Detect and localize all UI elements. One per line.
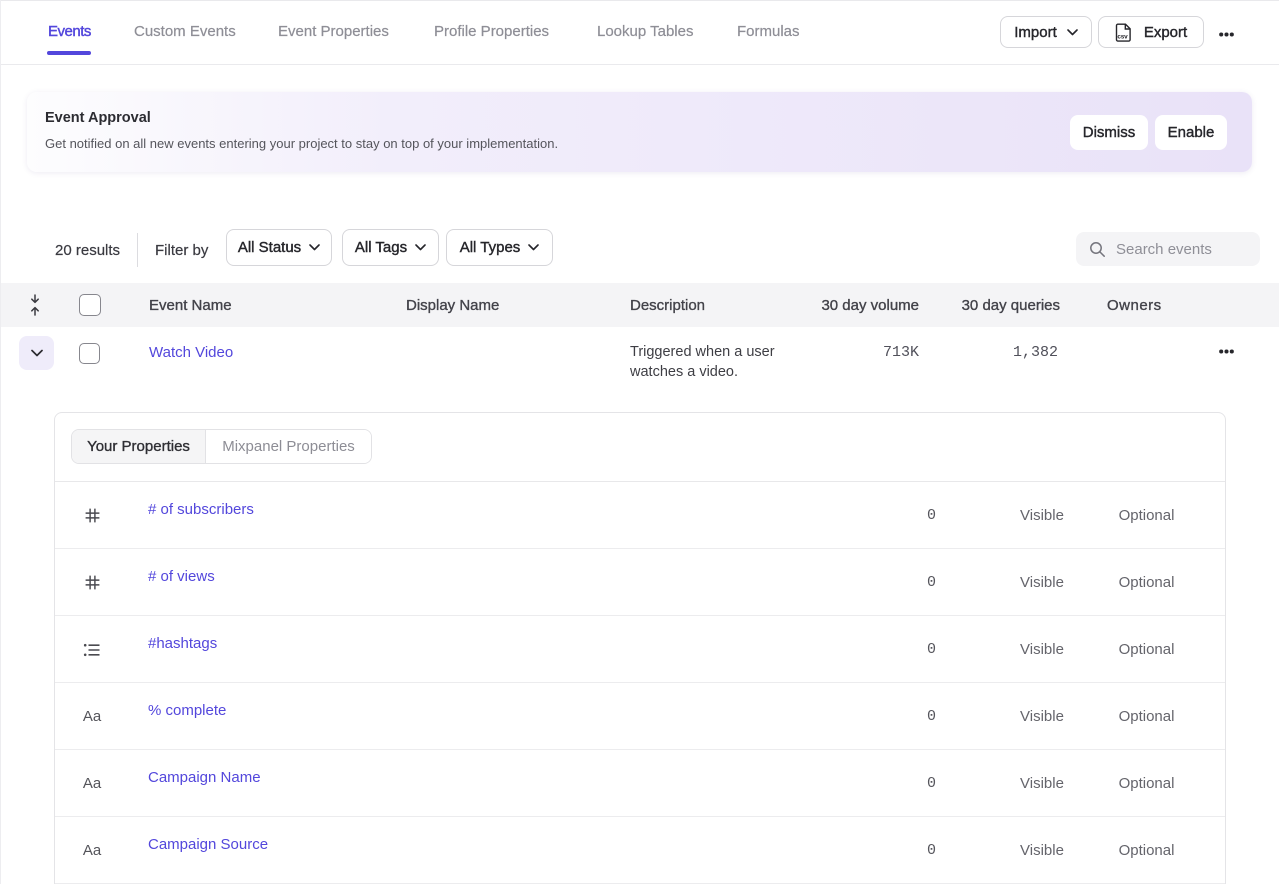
svg-text:csv: csv	[1117, 33, 1128, 40]
